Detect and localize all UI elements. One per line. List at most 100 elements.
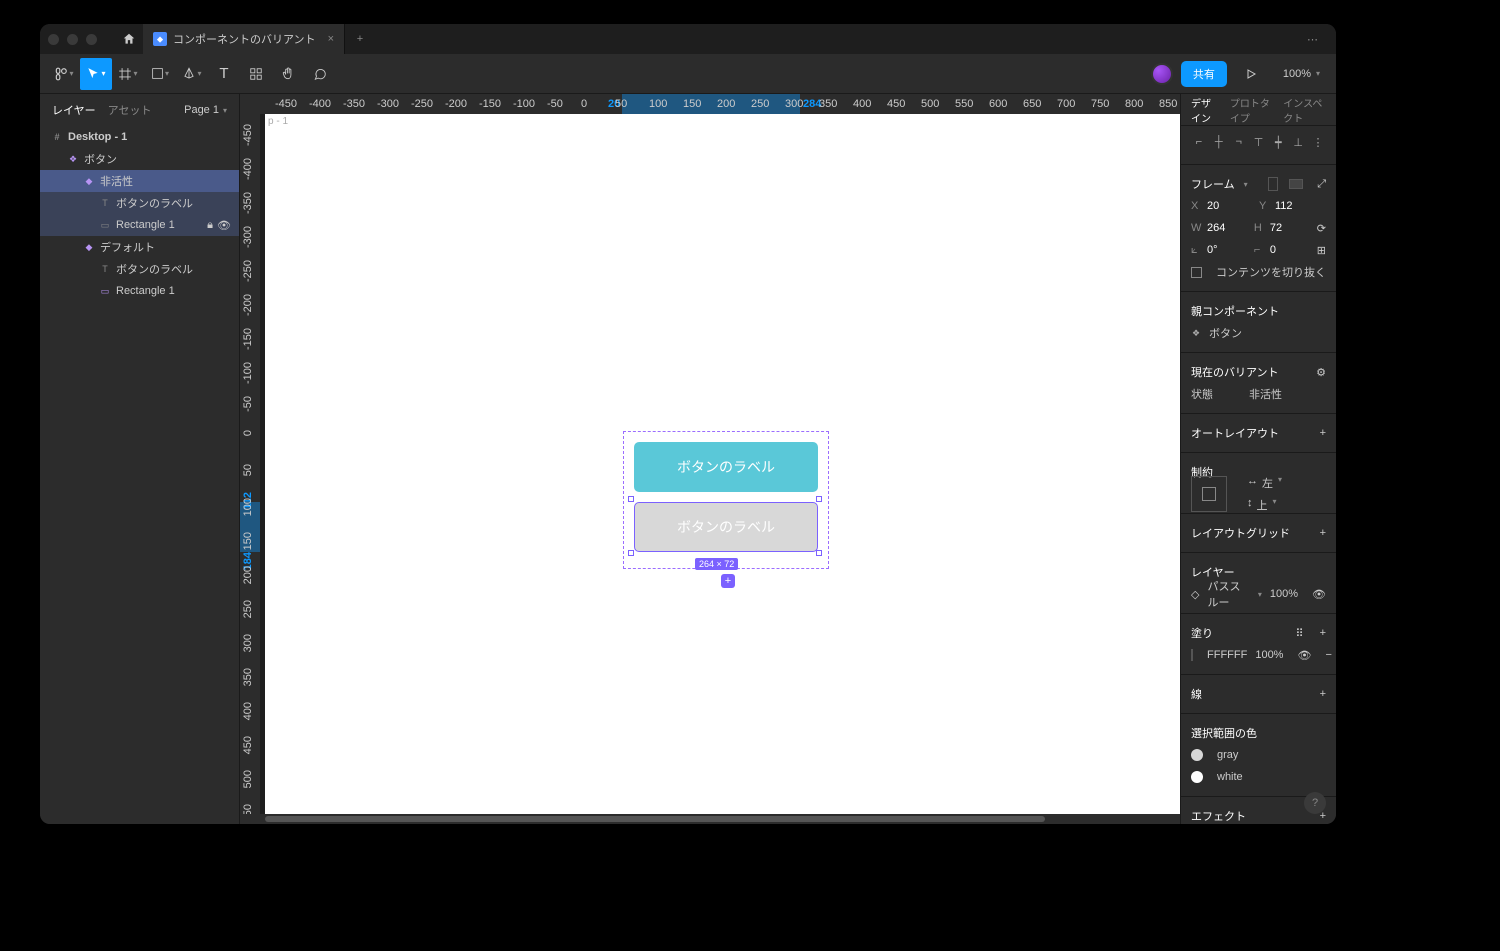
move-tool[interactable]: ▾ [80,58,112,90]
h-input[interactable]: 72 [1270,222,1282,234]
fill-swatch[interactable] [1191,649,1193,661]
titlebar: ⬥ コンポーネントのバリアント × + ⋯ [40,24,1336,54]
remove-fill-button[interactable]: − [1325,649,1331,661]
close-icon[interactable]: × [328,33,334,45]
ruler-tick: -350 [343,98,365,110]
distribute-icon[interactable]: ⋮ [1310,134,1326,150]
h-scrollbar[interactable] [240,814,1180,824]
comment-tool[interactable] [304,58,336,90]
constraints-widget[interactable] [1191,476,1227,512]
opacity-input[interactable]: 100% [1270,588,1298,600]
variant-settings-icon[interactable]: ⚙︎ [1316,366,1326,379]
add-grid-button[interactable]: + [1320,527,1326,539]
x-input[interactable]: 20 [1207,200,1219,212]
home-icon[interactable] [115,25,143,53]
blend-mode-select[interactable]: パススルー [1207,578,1248,610]
align-right-icon[interactable]: ¬ [1231,134,1247,150]
add-autolayout-button[interactable]: + [1320,427,1326,439]
inspect-tab[interactable]: インスペクト [1283,95,1326,125]
v-constraint-select[interactable]: 上 [1257,497,1268,513]
variant-value-input[interactable]: 非活性 [1249,386,1282,402]
visibility-icon[interactable]: 👁︎ [1312,588,1326,601]
fill-style-icon[interactable]: ⠿ [1296,627,1304,640]
fill-visibility-icon[interactable]: 👁︎ [1297,649,1311,662]
text-tool[interactable]: T [208,58,240,90]
autolayout-title: オートレイアウト [1191,425,1279,441]
pen-tool[interactable]: ▾ [176,58,208,90]
button-default[interactable]: ボタンのラベル [634,442,818,492]
layer-component[interactable]: ❖ボタン [40,148,239,170]
button-inactive-selected[interactable]: ボタンのラベル [634,502,818,552]
rect-icon: ▭ [100,220,110,231]
assets-tab[interactable]: アセット [108,102,152,118]
layer-frame[interactable]: #Desktop - 1 [40,126,239,148]
file-tab[interactable]: ⬥ コンポーネントのバリアント × [143,24,345,54]
page-selector[interactable]: Page 1▾ [184,104,227,116]
parent-component-link[interactable]: ボタン [1209,325,1242,341]
share-button[interactable]: 共有 [1181,61,1227,87]
ruler-tick: -150 [479,98,501,110]
design-tab[interactable]: デザイン [1191,95,1220,125]
align-left-icon[interactable]: ⌐ [1191,134,1207,150]
hand-tool[interactable] [272,58,304,90]
ruler-tick: -100 [513,98,535,110]
layer-text-2[interactable]: Tボタンのラベル [40,258,239,280]
fill-hex-input[interactable]: FFFFFF [1207,649,1247,661]
ruler-tick: 0 [581,98,587,110]
layers-tab[interactable]: レイヤー [52,102,96,118]
orientation-portrait-icon[interactable] [1268,177,1278,191]
layer-variant-default[interactable]: ◆デフォルト [40,236,239,258]
align-hcenter-icon[interactable]: ┼ [1211,134,1227,150]
y-input[interactable]: 112 [1275,200,1293,212]
ruler-tick: 600 [989,98,1007,110]
resize-fit-icon[interactable]: ⤢ [1317,178,1326,191]
link-wh-icon[interactable]: ⟳ [1317,222,1326,235]
frame-tool[interactable]: ▾ [112,58,144,90]
w-input[interactable]: 264 [1207,222,1225,234]
variant-set-frame[interactable]: ボタンのラベル ボタンのラベル [623,431,829,569]
layer-variant-inactive[interactable]: ◆非活性 [40,170,239,192]
add-variant-button[interactable]: + [721,574,735,588]
frame-label[interactable]: p - 1 [268,116,288,127]
h-constraint-select[interactable]: 左 [1262,475,1273,491]
ruler-tick: 200 [242,566,254,584]
zoom-select[interactable]: 100%▾ [1275,68,1328,80]
present-button[interactable] [1235,58,1267,90]
clip-checkbox[interactable] [1191,267,1202,278]
fill-title: 塗り [1191,625,1213,641]
main-menu-button[interactable]: ▾ [48,58,80,90]
independent-corners-icon[interactable]: ⊞ [1317,244,1326,257]
align-vcenter-icon[interactable]: ┿ [1270,134,1286,150]
prototype-tab[interactable]: プロトタイプ [1230,95,1273,125]
radius-input[interactable]: 0 [1270,244,1276,256]
orientation-landscape-icon[interactable] [1289,179,1303,189]
layer-text-1[interactable]: Tボタンのラベル [40,192,239,214]
canvas[interactable]: p - 1 ボタンのラベル ボタンのラベル 264 × 72 + [260,114,1180,814]
ruler-tick: -250 [411,98,433,110]
help-button[interactable]: ? [1304,792,1326,814]
add-stroke-button[interactable]: + [1320,688,1326,700]
color-swatch-gray[interactable] [1191,749,1203,761]
color-swatch-white[interactable] [1191,771,1203,783]
fill-opacity-input[interactable]: 100% [1255,649,1283,661]
traffic-lights[interactable] [48,34,97,45]
new-tab-button[interactable]: + [345,33,375,45]
align-bottom-icon[interactable]: ⊥ [1290,134,1306,150]
align-top-icon[interactable]: ⊤ [1250,134,1266,150]
artboard[interactable]: ボタンのラベル ボタンのラベル 264 × 72 + [265,114,1180,814]
user-avatar[interactable] [1151,63,1173,85]
rotation-input[interactable]: 0° [1207,244,1218,256]
shape-tool[interactable]: ▾ [144,58,176,90]
lock-icon[interactable]: 🔒︎ [207,219,213,232]
menu-icon[interactable]: ⋯ [1299,33,1328,46]
toolbar: ▾ ▾ ▾ ▾ ▾ T 共有 100%▾ [40,54,1336,94]
layer-rect-1[interactable]: ▭Rectangle 1🔒︎👁︎ [40,214,239,236]
visibility-icon[interactable]: 👁︎ [217,219,231,232]
ruler-vertical: 112 184 -450-400-350-300-250-200-150-100… [240,114,260,814]
ruler-tick: 150 [242,532,254,550]
resources-tool[interactable] [240,58,272,90]
add-fill-button[interactable]: + [1320,627,1326,639]
layer-rect-2[interactable]: ▭Rectangle 1 [40,280,239,302]
ruler-tick: -50 [242,396,254,412]
ruler-tick: -100 [242,362,254,384]
